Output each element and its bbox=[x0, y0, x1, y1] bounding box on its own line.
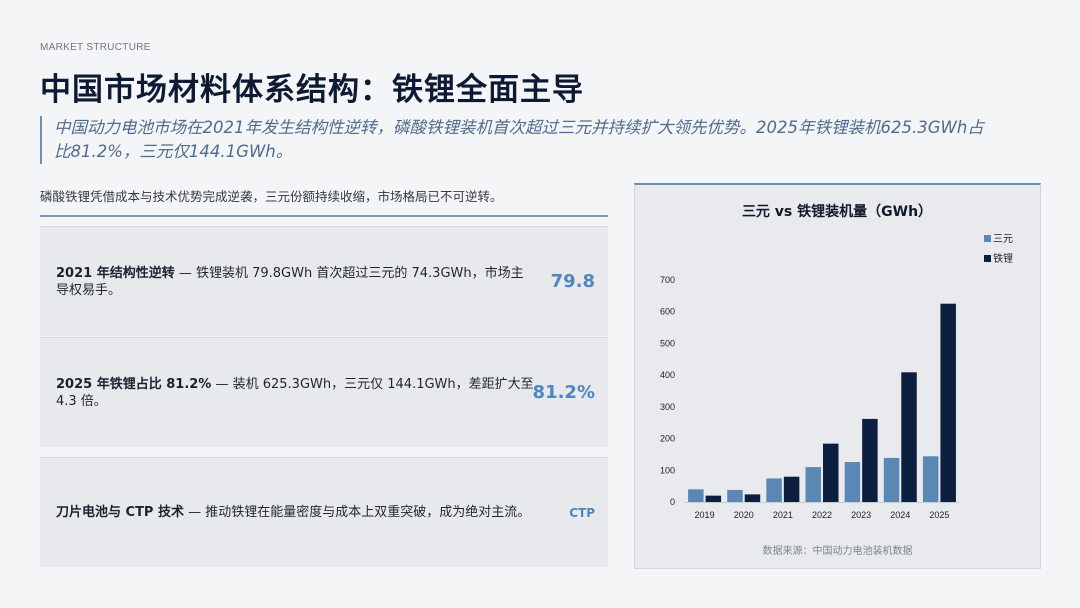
card-dash: — bbox=[184, 505, 206, 520]
bar-ternary bbox=[883, 457, 900, 502]
card-dash: — bbox=[211, 376, 233, 392]
bar-lfp bbox=[823, 443, 839, 502]
card-text: 2021 年结构性逆转 — 铁锂装机 79.8GWh 首次超过三元的 74.3G… bbox=[56, 227, 536, 336]
x-tick-label: 2024 bbox=[890, 510, 910, 520]
y-tick-label: 700 bbox=[660, 275, 675, 285]
y-tick-label: 0 bbox=[670, 497, 675, 507]
card-metric: 79.8 bbox=[550, 271, 595, 292]
summary-text: 磷酸铁锂凭借成本与技术优势完成逆袭，三元份额持续收缩，市场格局已不可逆转。 bbox=[40, 189, 503, 204]
bar-ternary bbox=[688, 489, 704, 502]
y-tick-label: 500 bbox=[660, 338, 675, 348]
y-tick-label: 100 bbox=[660, 465, 675, 475]
bar-lfp bbox=[940, 303, 956, 502]
insight-card-2021: 2021 年结构性逆转 — 铁锂装机 79.8GWh 首次超过三元的 74.3G… bbox=[40, 226, 608, 336]
bar-lfp bbox=[744, 494, 761, 502]
x-tick-label: 2021 bbox=[773, 510, 793, 520]
x-tick-label: 2025 bbox=[929, 510, 949, 520]
card-body: 推动铁锂在能量密度与成本上双重突破，成为绝对主流。 bbox=[205, 505, 531, 520]
eyebrow-label: MARKET STRUCTURE bbox=[40, 42, 151, 53]
legend-swatch bbox=[984, 255, 991, 262]
page-title: 中国市场材料体系结构：铁锂全面主导 bbox=[40, 72, 584, 108]
card-lead: 2025 年铁锂占比 81.2% bbox=[56, 376, 212, 392]
legend-label: 三元 bbox=[993, 234, 1013, 245]
legend-label: 铁锂 bbox=[993, 252, 1013, 265]
bar-ternary bbox=[922, 456, 939, 502]
insight-card-ctp: 刀片电池与 CTP 技术 — 推动铁锂在能量密度与成本上双重突破，成为绝对主流。… bbox=[40, 457, 608, 567]
y-tick-label: 300 bbox=[660, 402, 675, 412]
card-metric: CTP bbox=[569, 505, 595, 520]
card-text: 刀片电池与 CTP 技术 — 推动铁锂在能量密度与成本上双重突破，成为绝对主流。 bbox=[56, 458, 536, 567]
chart-source: 数据来源：中国动力电池装机数据 bbox=[762, 546, 913, 557]
x-tick-label: 2022 bbox=[812, 510, 832, 520]
y-tick-label: 200 bbox=[660, 434, 675, 444]
x-tick-label: 2023 bbox=[851, 510, 871, 520]
lede-paragraph: 中国动力电池市场在2021年发生结构性逆转，磷酸铁锂装机首次超过三元并持续扩大领… bbox=[40, 116, 1000, 164]
chart-panel: 三元 vs 铁锂装机量（GWh） 三元铁锂 0 100 200 300 400 500 600 7… bbox=[634, 183, 1041, 569]
x-tick-label: 2020 bbox=[734, 510, 754, 520]
bar-lfp bbox=[705, 495, 722, 502]
bar-ternary bbox=[844, 462, 861, 502]
card-dash: — bbox=[174, 265, 196, 281]
card-lead: 2021 年结构性逆转 bbox=[56, 265, 175, 281]
y-tick-label: 400 bbox=[660, 370, 675, 380]
x-tick-label: 2019 bbox=[695, 510, 715, 520]
bar-ternary bbox=[766, 478, 782, 502]
bar-ternary bbox=[727, 489, 743, 502]
insight-card-2025: 2025 年铁锂占比 81.2% — 装机 625.3GWh，三元仅 144.1… bbox=[40, 337, 608, 447]
card-metric: 81.2% bbox=[532, 382, 595, 403]
bar-lfp bbox=[783, 476, 800, 502]
card-text: 2025 年铁锂占比 81.2% — 装机 625.3GWh，三元仅 144.1… bbox=[56, 338, 536, 447]
bar-lfp bbox=[862, 418, 878, 502]
legend-swatch bbox=[984, 235, 991, 242]
bar-lfp bbox=[901, 372, 917, 502]
chart-title: 三元 vs 铁锂装机量（GWh） bbox=[742, 203, 932, 220]
summary-divider bbox=[40, 215, 608, 217]
bar-ternary bbox=[805, 467, 821, 502]
bar-chart: 三元 vs 铁锂装机量（GWh） 三元铁锂 0 100 200 300 400 500 600 7… bbox=[660, 203, 1013, 520]
card-lead: 刀片电池与 CTP 技术 bbox=[56, 505, 184, 520]
y-tick-label: 600 bbox=[660, 307, 675, 317]
